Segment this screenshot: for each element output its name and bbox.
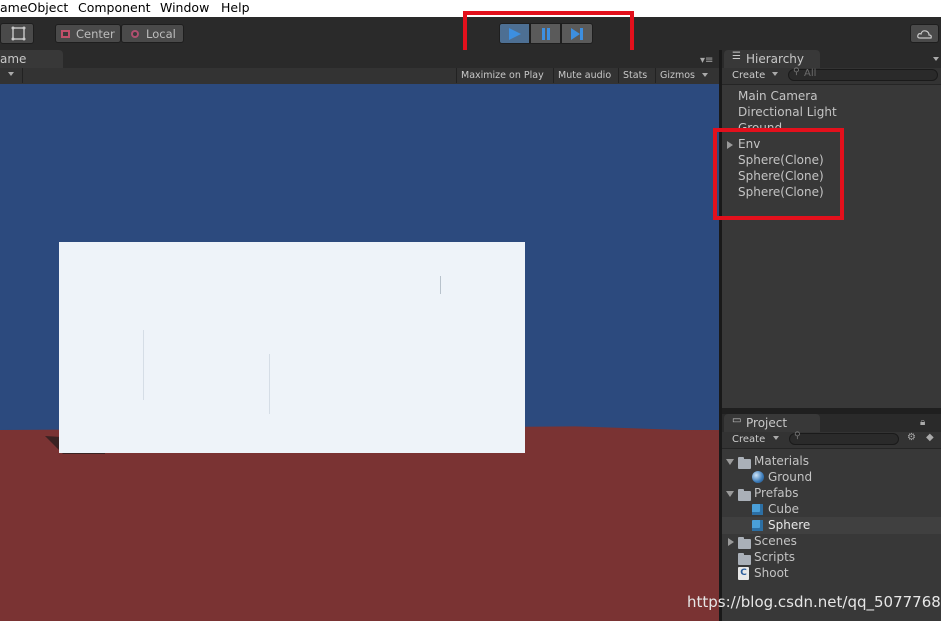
collapse-arrow-icon[interactable] (726, 459, 734, 465)
tab-project[interactable]: ▭ Project (724, 414, 820, 432)
menu-item-window[interactable]: Window (160, 0, 209, 16)
space-local-label: Local (146, 27, 176, 41)
search-icon: ⚲ (793, 67, 800, 77)
cloud-icon (917, 30, 932, 39)
script-icon: C (738, 567, 749, 580)
ground-plane (0, 430, 719, 621)
tab-hierarchy-label: Hierarchy (746, 52, 805, 66)
create-dropdown-icon (773, 436, 779, 440)
pivot-center-label: Center (76, 27, 115, 41)
tab-project-label: Project (746, 416, 788, 430)
menu-item-help[interactable]: Help (221, 0, 250, 16)
toolbar-divider (22, 68, 23, 83)
hierarchy-list-icon: ☰ (732, 51, 741, 62)
project-item-materials[interactable]: Materials (754, 454, 809, 469)
project-item-scenes[interactable]: Scenes (754, 534, 797, 549)
cloud-button[interactable] (910, 24, 939, 43)
cube-seam (440, 276, 441, 294)
white-cube-object (59, 242, 525, 453)
filter-by-type-icon[interactable]: ⚙ (907, 432, 916, 443)
material-sphere-icon (752, 471, 764, 483)
highlight-box-hierarchy (713, 128, 844, 220)
project-item-prefabs[interactable]: Prefabs (754, 486, 799, 501)
expand-arrow-icon[interactable] (728, 538, 734, 546)
watermark: https://blog.csdn.net/qq_50777680 (687, 593, 941, 611)
hierarchy-toolbar: Create ⚲ All (722, 67, 941, 85)
folder-icon (738, 489, 751, 501)
lock-icon[interactable]: 🔒︎ (920, 417, 925, 428)
panel-menu-icon[interactable]: ▾≡ (700, 55, 713, 66)
aspect-dropdown-arrow-icon[interactable] (8, 72, 14, 76)
project-folder-icon: ▭ (732, 415, 742, 426)
hierarchy-item-main-camera[interactable]: Main Camera (738, 89, 818, 104)
local-space-icon (131, 30, 139, 38)
rect-tool-button[interactable] (0, 23, 34, 44)
filter-by-label-icon[interactable]: ◆ (926, 432, 934, 443)
folder-icon (738, 457, 751, 469)
game-view-toolbar: Maximize on Play Mute audio Stats Gizmos (0, 68, 720, 85)
menu-item-gameobject[interactable]: ameObject (0, 0, 68, 16)
collapse-arrow-icon[interactable] (726, 491, 734, 497)
game-view[interactable] (0, 84, 719, 621)
tab-hierarchy[interactable]: ☰ Hierarchy (724, 50, 820, 68)
cube-icon (752, 504, 763, 515)
search-icon: ⚲ (794, 431, 801, 441)
project-item-cube[interactable]: Cube (768, 502, 799, 517)
folder-icon (738, 537, 751, 549)
pivot-icon (61, 30, 70, 38)
gizmos-button[interactable]: Gizmos (655, 68, 699, 83)
project-search-input[interactable]: ⚲ (789, 431, 899, 445)
project-item-scripts[interactable]: Scripts (754, 550, 795, 565)
hierarchy-panel: ☰ Hierarchy Create ⚲ All Main Camera Dir… (722, 50, 941, 408)
project-create-button[interactable]: Create (732, 433, 765, 447)
cube-icon (752, 520, 763, 531)
create-dropdown-icon (772, 72, 778, 76)
hierarchy-menu-icon[interactable] (933, 57, 939, 61)
game-tab-strip (0, 50, 720, 68)
project-toolbar: Create ⚲ ⚙ ◆ (722, 431, 941, 449)
tab-game[interactable]: ame (0, 50, 63, 68)
tab-game-label: ame (0, 52, 27, 66)
cube-seam (143, 330, 144, 400)
gizmos-dropdown-arrow-icon[interactable] (702, 73, 708, 77)
search-placeholder: All (804, 68, 817, 79)
stats-button[interactable]: Stats (618, 68, 651, 83)
project-item-sphere[interactable]: Sphere (768, 518, 810, 533)
maximize-on-play-button[interactable]: Maximize on Play (456, 68, 548, 83)
hierarchy-item-directional-light[interactable]: Directional Light (738, 105, 837, 120)
project-item-shoot[interactable]: Shoot (754, 566, 789, 581)
cube-seam (269, 354, 270, 414)
space-local-button[interactable]: Local (121, 24, 184, 43)
project-item-ground-material[interactable]: Ground (768, 470, 812, 485)
folder-icon (738, 553, 751, 565)
menu-item-component[interactable]: Component (78, 0, 151, 16)
mute-audio-button[interactable]: Mute audio (553, 68, 615, 83)
hierarchy-search-input[interactable]: ⚲ All (788, 67, 938, 81)
hierarchy-create-button[interactable]: Create (732, 69, 765, 83)
rect-tool-icon (11, 26, 26, 41)
pivot-center-button[interactable]: Center (55, 24, 121, 43)
